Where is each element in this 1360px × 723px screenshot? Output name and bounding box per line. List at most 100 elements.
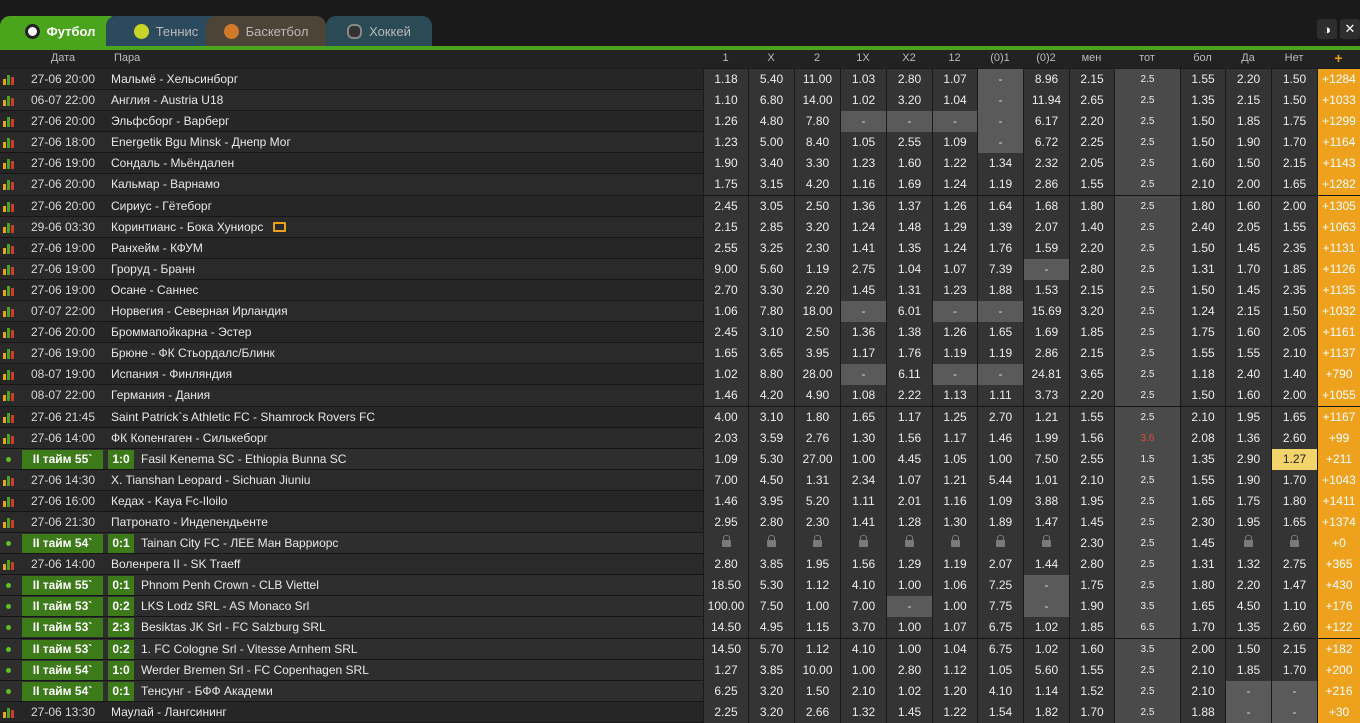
more-markets-button[interactable]: +1063 — [1317, 216, 1360, 238]
odds-cell[interactable]: - — [1271, 680, 1317, 702]
odds-cell[interactable]: 6.72 — [1023, 132, 1069, 154]
odds-cell[interactable]: 1.70 — [1069, 701, 1114, 723]
tab-football[interactable]: Футбол — [0, 16, 120, 47]
odds-cell[interactable]: 2.35 — [1271, 237, 1317, 259]
odds-cell[interactable]: 2.03 — [703, 427, 748, 449]
stats-chart-icon[interactable] — [3, 475, 15, 486]
odds-cell[interactable]: 2.34 — [840, 469, 886, 491]
odds-cell[interactable]: 1.30 — [840, 427, 886, 449]
odds-cell[interactable]: 1.75 — [1271, 111, 1317, 133]
odds-cell[interactable]: 1.55 — [1180, 343, 1225, 365]
odds-cell[interactable]: 1.11 — [840, 490, 886, 512]
odds-cell[interactable]: 1.50 — [1180, 111, 1225, 133]
odds-cell[interactable]: 3.85 — [748, 554, 794, 576]
total-line[interactable]: 2.5 — [1114, 301, 1180, 323]
odds-cell[interactable]: 2.01 — [886, 490, 932, 512]
odds-cell[interactable]: 1.45 — [886, 701, 932, 723]
event-row[interactable]: 07-07 22:00 Норвегия - Северная Ирландия 1… — [0, 301, 1360, 323]
odds-cell[interactable]: 1.55 — [1069, 659, 1114, 681]
odds-cell[interactable]: 5.60 — [1023, 659, 1069, 681]
odds-cell[interactable]: 1.80 — [1180, 195, 1225, 217]
odds-cell[interactable]: 1.60 — [886, 153, 932, 175]
more-markets-button[interactable]: +1374 — [1317, 511, 1360, 533]
odds-cell[interactable]: 3.73 — [1023, 385, 1069, 407]
odds-cell[interactable]: 15.69 — [1023, 301, 1069, 323]
event-row[interactable]: 27-06 14:30 X. Tianshan Leopard - Sichuan… — [0, 469, 1360, 491]
odds-cell[interactable]: 1.12 — [932, 659, 977, 681]
odds-cell[interactable]: 3.65 — [1069, 364, 1114, 386]
odds-cell[interactable]: 1.37 — [886, 195, 932, 217]
odds-cell[interactable]: 1.30 — [932, 511, 977, 533]
odds-cell[interactable]: 1.23 — [703, 132, 748, 154]
odds-cell[interactable]: - — [840, 364, 886, 386]
odds-cell[interactable]: 2.10 — [1271, 343, 1317, 365]
odds-cell[interactable]: 7.80 — [794, 111, 840, 133]
odds-cell[interactable]: 1.85 — [1225, 659, 1271, 681]
event-row[interactable]: II тайм 54` 1:0 Werder Bremen Srl - FC Cop… — [0, 659, 1360, 681]
event-pair[interactable]: Сириус - Гётеборг — [111, 199, 212, 213]
stats-chart-icon[interactable] — [3, 433, 15, 444]
odds-cell[interactable]: 1.32 — [840, 701, 886, 723]
odds-cell[interactable]: 1.31 — [1180, 258, 1225, 280]
odds-cell[interactable]: 2.95 — [703, 511, 748, 533]
odds-cell[interactable]: 1.03 — [840, 69, 886, 90]
odds-cell[interactable]: 1.02 — [1023, 638, 1069, 660]
odds-cell[interactable]: 1.23 — [840, 153, 886, 175]
odds-cell[interactable]: 1.04 — [886, 258, 932, 280]
event-row[interactable]: II тайм 55` 0:1 Phnom Penh Crown - CLB Vie… — [0, 575, 1360, 597]
odds-cell[interactable]: 14.00 — [794, 90, 840, 112]
odds-cell[interactable]: - — [1271, 701, 1317, 723]
stats-chart-icon[interactable] — [3, 285, 15, 296]
event-row[interactable]: 27-06 14:00 ФК Копенгаген - Силькеборг 2.0… — [0, 427, 1360, 449]
odds-cell[interactable]: 2.70 — [703, 279, 748, 301]
odds-cell[interactable]: 1.56 — [840, 554, 886, 576]
event-row[interactable]: 27-06 20:00 Сириус - Гётеборг 2.45 3.05 2.50… — [0, 195, 1360, 217]
odds-cell[interactable]: 2.05 — [1271, 322, 1317, 344]
odds-cell[interactable]: 2.80 — [886, 659, 932, 681]
odds-cell[interactable]: 1.69 — [1023, 322, 1069, 344]
odds-cell[interactable]: 3.05 — [748, 195, 794, 217]
total-line[interactable]: 2.5 — [1114, 195, 1180, 217]
event-row[interactable]: II тайм 55` 1:0 Fasil Kenema SC - Ethiopia… — [0, 448, 1360, 470]
odds-cell[interactable]: - — [977, 69, 1023, 90]
odds-cell[interactable]: 1.18 — [1180, 364, 1225, 386]
odds-cell[interactable]: 1.36 — [1225, 427, 1271, 449]
event-pair[interactable]: Сондаль - Мьёндален — [111, 156, 234, 170]
event-pair[interactable]: Ранхейм - КФУМ — [111, 241, 203, 255]
more-markets-button[interactable]: +99 — [1317, 427, 1360, 449]
odds-cell[interactable]: - — [886, 596, 932, 618]
odds-cell[interactable]: 2.30 — [1180, 511, 1225, 533]
odds-cell[interactable]: 1.64 — [977, 195, 1023, 217]
odds-cell[interactable]: 2.05 — [1225, 216, 1271, 238]
odds-cell[interactable]: 3.20 — [748, 680, 794, 702]
odds-cell[interactable]: 4.10 — [840, 638, 886, 660]
odds-cell[interactable]: 1.55 — [1069, 406, 1114, 428]
event-row[interactable]: 27-06 20:00 Мальмё - Хельсинборг 1.18 5.40 1… — [0, 69, 1360, 91]
odds-cell[interactable]: 1.45 — [1225, 237, 1271, 259]
odds-cell[interactable]: 1.02 — [703, 364, 748, 386]
odds-cell[interactable]: 2.15 — [1271, 638, 1317, 660]
odds-cell[interactable]: 1.55 — [1180, 69, 1225, 90]
odds-cell[interactable]: 1.31 — [886, 279, 932, 301]
odds-cell[interactable]: 5.70 — [748, 638, 794, 660]
odds-cell[interactable]: 1.24 — [932, 174, 977, 196]
more-markets-button[interactable]: +1055 — [1317, 385, 1360, 407]
odds-cell[interactable]: 1.12 — [794, 575, 840, 597]
odds-cell[interactable]: 1.02 — [1023, 617, 1069, 639]
odds-cell[interactable]: - — [1225, 701, 1271, 723]
odds-cell[interactable]: 1.04 — [932, 90, 977, 112]
odds-cell[interactable]: 2.07 — [1023, 216, 1069, 238]
odds-cell[interactable]: 1.50 — [1225, 638, 1271, 660]
odds-cell[interactable]: 14.50 — [703, 638, 748, 660]
odds-cell[interactable]: 1.68 — [1023, 195, 1069, 217]
odds-cell[interactable]: 1.17 — [932, 427, 977, 449]
odds-locked[interactable] — [1271, 533, 1317, 555]
odds-cell[interactable]: 1.00 — [840, 448, 886, 470]
odds-cell[interactable]: 1.13 — [932, 385, 977, 407]
odds-cell[interactable]: 2.30 — [794, 511, 840, 533]
odds-cell[interactable]: 1.14 — [1023, 680, 1069, 702]
odds-cell[interactable]: 3.65 — [748, 343, 794, 365]
odds-cell[interactable]: 10.00 — [794, 659, 840, 681]
odds-cell[interactable]: 3.95 — [794, 343, 840, 365]
odds-cell[interactable]: 1.24 — [932, 237, 977, 259]
